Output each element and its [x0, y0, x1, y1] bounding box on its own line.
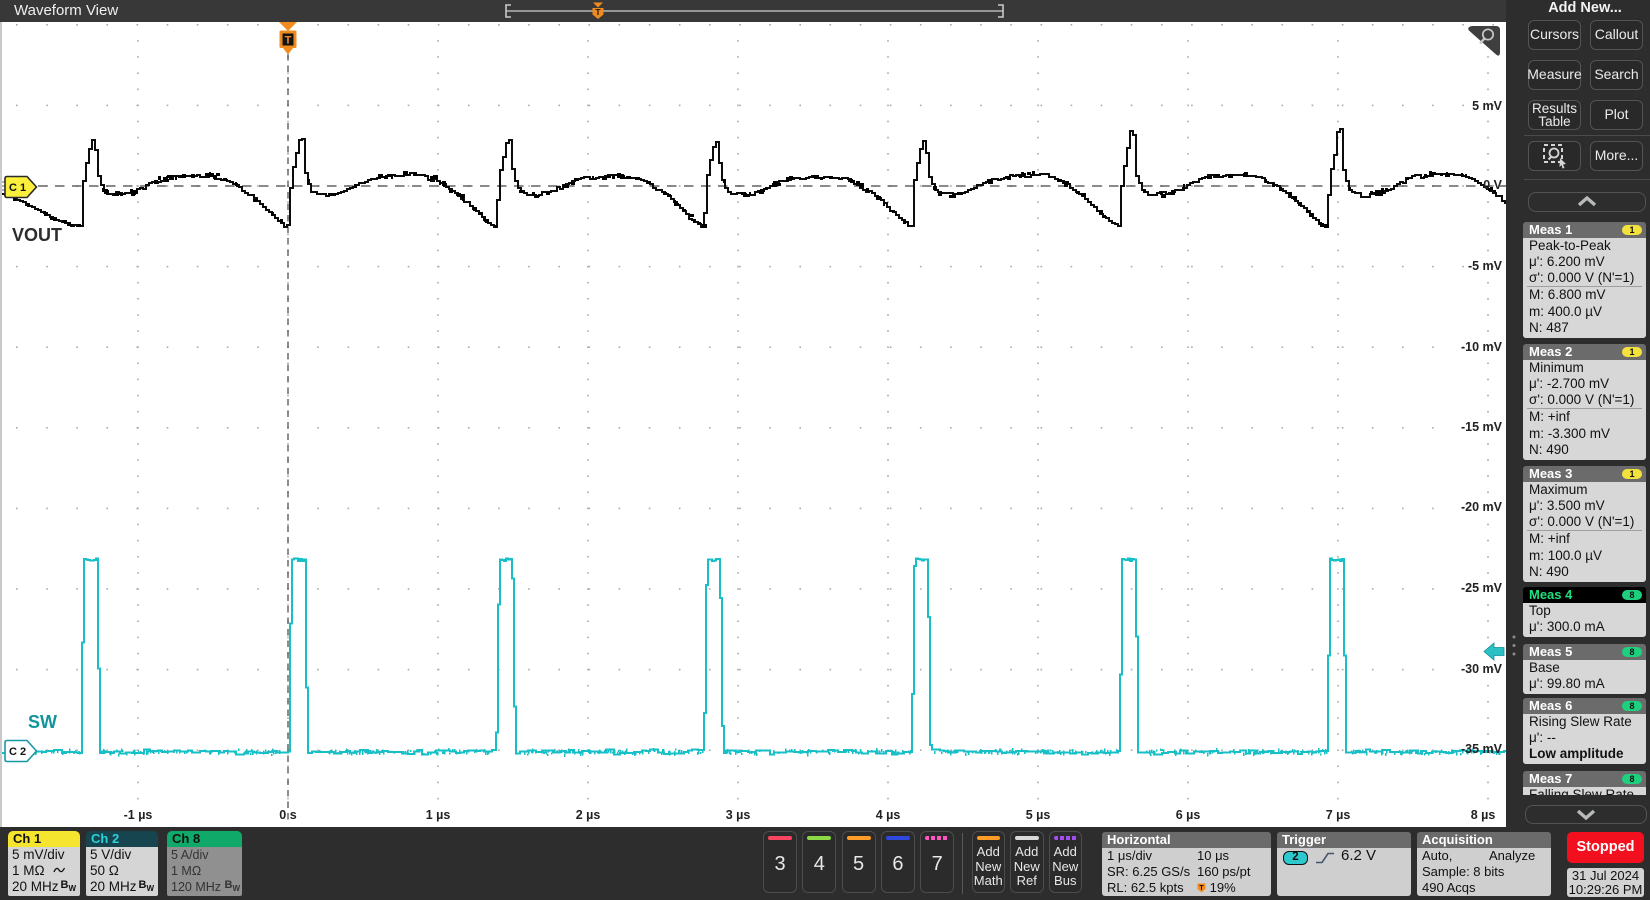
svg-text:T: T — [1199, 885, 1204, 892]
svg-text:T: T — [285, 35, 292, 47]
svg-text:C 1: C 1 — [9, 182, 26, 194]
svg-text:T: T — [595, 7, 601, 17]
svg-text:C 2: C 2 — [9, 746, 26, 758]
